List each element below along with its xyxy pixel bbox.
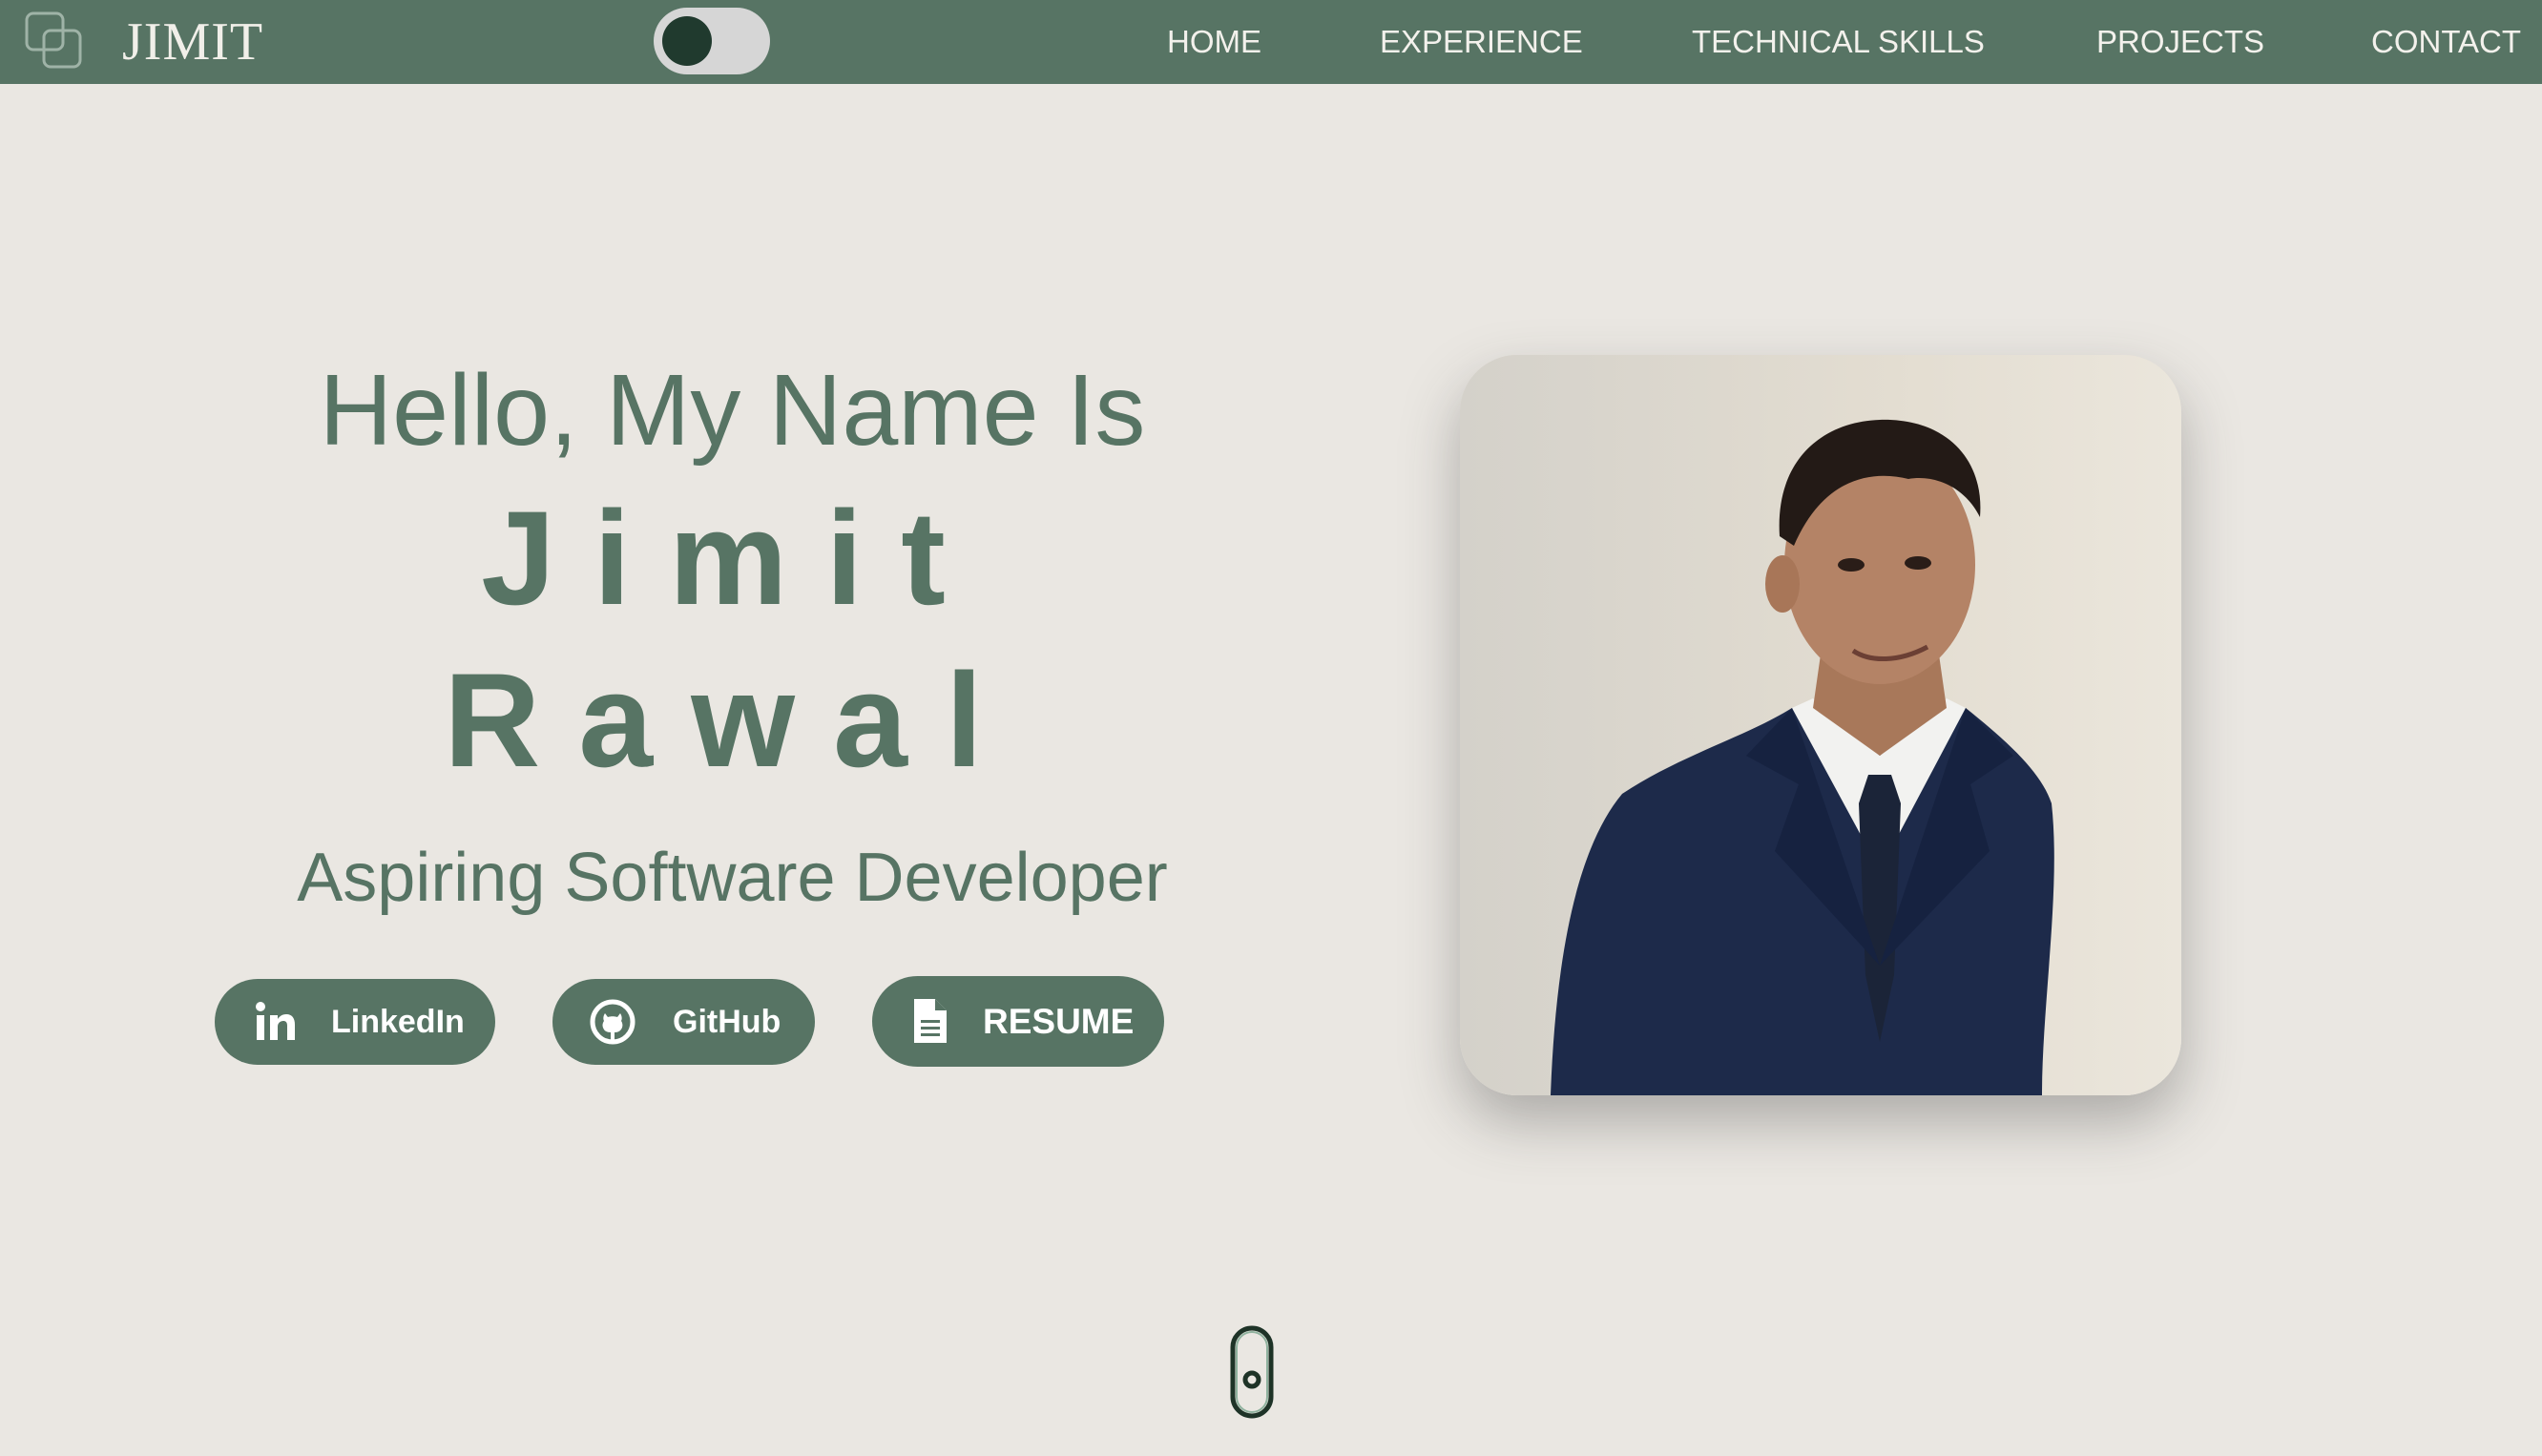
logo-icon[interactable] — [23, 10, 84, 71]
nav-technical-skills[interactable]: TECHNICAL SKILLS — [1692, 17, 1985, 67]
resume-button[interactable]: RESUME — [872, 976, 1164, 1067]
toggle-knob — [662, 16, 712, 66]
brand-name[interactable]: JIMIT — [122, 11, 263, 73]
last-name: Rawal — [444, 645, 1021, 795]
theme-toggle[interactable] — [654, 8, 770, 74]
github-icon — [590, 999, 636, 1045]
navbar: JIMIT HOME EXPERIENCE TECHNICAL SKILLS P… — [0, 0, 2542, 84]
scroll-mouse-icon[interactable] — [1227, 1324, 1277, 1420]
github-button[interactable]: GitHub — [552, 979, 815, 1065]
resume-label: RESUME — [983, 1002, 1135, 1041]
nav-contact[interactable]: CONTACT — [2371, 17, 2521, 67]
github-label: GitHub — [673, 1004, 781, 1040]
tagline: Aspiring Software Developer — [297, 840, 1168, 916]
profile-photo — [1460, 355, 2181, 1095]
first-name: Jimit — [481, 483, 984, 633]
linkedin-button[interactable]: LinkedIn — [215, 979, 495, 1065]
nav-experience[interactable]: EXPERIENCE — [1380, 17, 1583, 67]
linkedin-icon — [256, 1002, 295, 1040]
greeting: Hello, My Name Is — [319, 354, 1146, 467]
nav-home[interactable]: HOME — [1167, 17, 1261, 67]
document-icon — [914, 999, 947, 1043]
nav-projects[interactable]: PROJECTS — [2096, 17, 2264, 67]
portrait-illustration — [1460, 355, 2181, 1095]
linkedin-label: LinkedIn — [331, 1004, 465, 1040]
